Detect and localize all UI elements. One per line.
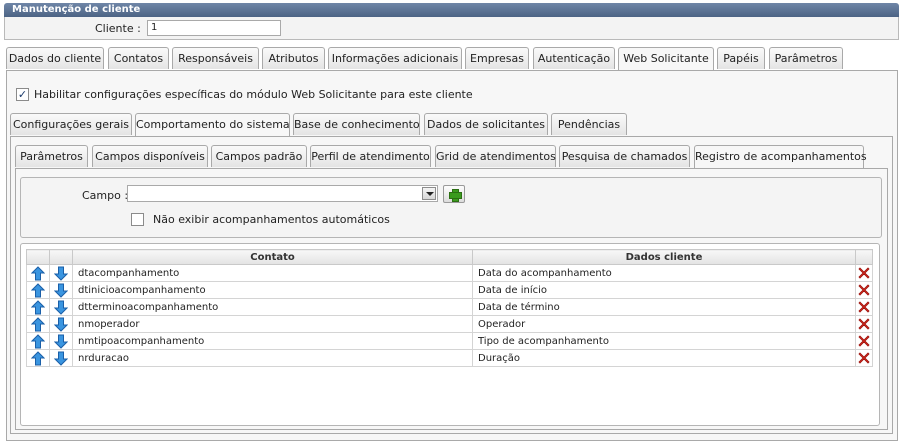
cell-dados-cliente: Data do acompanhamento bbox=[472, 264, 856, 282]
acompanhamentos-grid: Contato Dados cliente dtacompanhamento Da… bbox=[26, 249, 873, 367]
tab-atributos[interactable]: Atributos bbox=[262, 47, 325, 69]
arrow-up-icon bbox=[31, 350, 45, 365]
enable-web-checkbox[interactable]: ✓ bbox=[16, 88, 29, 101]
delete-x-icon bbox=[858, 352, 870, 364]
hide-auto-label: Não exibir acompanhamentos automáticos bbox=[153, 213, 390, 226]
cell-contato: nmoperador bbox=[72, 315, 473, 333]
client-header: Cliente : 1 bbox=[4, 17, 899, 40]
delete-row-button[interactable] bbox=[855, 315, 873, 333]
delete-x-icon bbox=[858, 318, 870, 330]
cell-contato: dtacompanhamento bbox=[72, 264, 473, 282]
add-plus-icon bbox=[449, 189, 462, 202]
move-down-button[interactable] bbox=[49, 315, 73, 333]
client-label: Cliente : bbox=[95, 22, 141, 35]
delete-x-icon bbox=[858, 267, 870, 279]
delete-row-button[interactable] bbox=[855, 349, 873, 367]
cell-dados-cliente: Data de início bbox=[472, 281, 856, 299]
cell-dados-cliente: Duração bbox=[472, 349, 856, 367]
table-row: nmtipoacompanhamento Tipo de acompanhamen… bbox=[26, 332, 873, 350]
delete-row-button[interactable] bbox=[855, 264, 873, 282]
cell-contato: dtinicioacompanhamento bbox=[72, 281, 473, 299]
tab-comportamento-do-sistema[interactable]: Comportamento do sistema bbox=[135, 113, 290, 136]
arrow-up-icon bbox=[31, 282, 45, 297]
hide-auto-checkbox[interactable] bbox=[131, 213, 144, 226]
move-up-button[interactable] bbox=[26, 349, 50, 367]
tab-pesquisa-de-chamados[interactable]: Pesquisa de chamados bbox=[559, 145, 690, 167]
grid-header-delete bbox=[855, 249, 873, 265]
tab-parametros-inner[interactable]: Parâmetros bbox=[15, 145, 88, 167]
move-down-button[interactable] bbox=[49, 298, 73, 316]
arrow-down-icon bbox=[54, 317, 68, 332]
arrow-up-icon bbox=[31, 316, 45, 331]
tab-grid-de-atendimentos[interactable]: Grid de atendimentos bbox=[435, 145, 556, 167]
move-up-button[interactable] bbox=[26, 315, 50, 333]
arrow-down-icon bbox=[54, 266, 68, 281]
delete-x-icon bbox=[858, 284, 870, 296]
client-input[interactable]: 1 bbox=[147, 20, 281, 36]
tab-parametros[interactable]: Parâmetros bbox=[769, 47, 843, 69]
tab-empresas[interactable]: Empresas bbox=[465, 47, 529, 69]
tab-contatos[interactable]: Contatos bbox=[108, 47, 169, 69]
tab-papeis[interactable]: Papéis bbox=[717, 47, 765, 69]
arrow-up-icon bbox=[31, 333, 45, 348]
cell-dados-cliente: Operador bbox=[472, 315, 856, 333]
delete-x-icon bbox=[858, 301, 870, 313]
tab-dados-de-solicitantes[interactable]: Dados de solicitantes bbox=[424, 113, 548, 135]
cell-contato: dtterminoacompanhamento bbox=[72, 298, 473, 316]
arrow-down-icon bbox=[54, 283, 68, 298]
tab-web-solicitante[interactable]: Web Solicitante bbox=[618, 47, 714, 70]
tab-pendencias[interactable]: Pendências bbox=[551, 113, 627, 135]
add-field-button[interactable] bbox=[443, 185, 465, 203]
move-down-button[interactable] bbox=[49, 264, 73, 282]
delete-x-icon bbox=[858, 335, 870, 347]
tab-configuracoes-gerais[interactable]: Configurações gerais bbox=[10, 113, 132, 135]
enable-web-label: Habilitar configurações específicas do m… bbox=[34, 88, 473, 101]
tab-registro-de-acompanhamentos[interactable]: Registro de acompanhamentos bbox=[694, 145, 867, 168]
field-label: Campo : bbox=[82, 189, 129, 202]
tab-informacoes-adicionais[interactable]: Informações adicionais bbox=[328, 47, 462, 69]
tab-perfil-de-atendimento[interactable]: Perfil de atendimento bbox=[310, 145, 431, 167]
move-up-button[interactable] bbox=[26, 281, 50, 299]
arrow-up-icon bbox=[31, 265, 45, 280]
tab-campos-disponiveis[interactable]: Campos disponíveis bbox=[92, 145, 208, 167]
move-down-button[interactable] bbox=[49, 349, 73, 367]
move-up-button[interactable] bbox=[26, 332, 50, 350]
arrow-down-icon bbox=[54, 351, 68, 366]
grid-header-up bbox=[26, 249, 50, 265]
tab-autenticacao[interactable]: Autenticação bbox=[533, 47, 615, 69]
field-select[interactable] bbox=[127, 185, 438, 202]
move-down-button[interactable] bbox=[49, 281, 73, 299]
move-down-button[interactable] bbox=[49, 332, 73, 350]
move-up-button[interactable] bbox=[26, 264, 50, 282]
delete-row-button[interactable] bbox=[855, 281, 873, 299]
grid-header-row: Contato Dados cliente bbox=[26, 249, 873, 265]
cell-contato: nmtipoacompanhamento bbox=[72, 332, 473, 350]
tab-responsaveis[interactable]: Responsáveis bbox=[172, 47, 259, 69]
tab-campos-padrao[interactable]: Campos padrão bbox=[211, 145, 307, 167]
arrow-down-icon bbox=[54, 334, 68, 349]
table-row: nmoperador Operador bbox=[26, 315, 873, 333]
checkmark-icon: ✓ bbox=[17, 88, 28, 101]
table-row: nrduracao Duração bbox=[26, 349, 873, 367]
delete-row-button[interactable] bbox=[855, 332, 873, 350]
arrow-down-icon bbox=[54, 300, 68, 315]
tab-base-de-conhecimento[interactable]: Base de conhecimento bbox=[293, 113, 420, 135]
move-up-button[interactable] bbox=[26, 298, 50, 316]
chevron-down-icon[interactable] bbox=[422, 187, 436, 200]
table-row: dtacompanhamento Data do acompanhamento bbox=[26, 264, 873, 282]
table-row: dtterminoacompanhamento Data de término bbox=[26, 298, 873, 316]
cell-dados-cliente: Data de término bbox=[472, 298, 856, 316]
table-row: dtinicioacompanhamento Data de início bbox=[26, 281, 873, 299]
cell-contato: nrduracao bbox=[72, 349, 473, 367]
arrow-up-icon bbox=[31, 299, 45, 314]
grid-header-contato: Contato bbox=[72, 249, 473, 265]
cell-dados-cliente: Tipo de acompanhamento bbox=[472, 332, 856, 350]
tab-dados-do-cliente[interactable]: Dados do cliente bbox=[6, 47, 104, 69]
grid-header-dados-cliente: Dados cliente bbox=[472, 249, 856, 265]
window-title: Manutenção de cliente bbox=[4, 3, 899, 17]
delete-row-button[interactable] bbox=[855, 298, 873, 316]
grid-header-down bbox=[49, 249, 73, 265]
